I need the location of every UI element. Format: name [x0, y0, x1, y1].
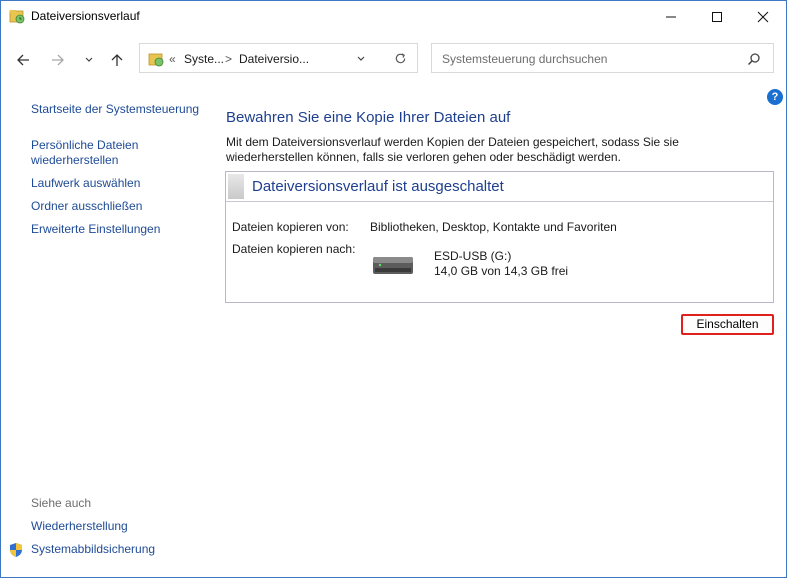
- arrow-right-icon: [52, 54, 64, 66]
- maximize-icon: [712, 12, 722, 22]
- copy-to-label: Dateien kopieren nach:: [232, 242, 356, 256]
- address-bar[interactable]: « Syste... > Dateiversio...: [139, 43, 418, 73]
- page-description: Mit dem Dateiversionsverlauf werden Kopi…: [226, 135, 679, 164]
- turn-on-button[interactable]: Einschalten: [681, 314, 774, 335]
- minimize-icon: [666, 16, 676, 18]
- arrow-left-icon: [17, 54, 29, 66]
- status-title: Dateiversionsverlauf ist ausgeschaltet: [252, 178, 504, 195]
- address-overflow[interactable]: «: [169, 52, 176, 66]
- arrow-up-icon: [111, 54, 123, 66]
- up-button[interactable]: [106, 49, 128, 71]
- sidebar-link-recovery[interactable]: Wiederherstellung: [31, 519, 128, 534]
- status-indicator: [228, 174, 244, 199]
- sidebar-link-home[interactable]: Startseite der Systemsteuerung: [31, 102, 199, 117]
- sidebar-link-system-image[interactable]: Systemabbildsicherung: [31, 542, 155, 557]
- minimize-button[interactable]: [648, 1, 694, 33]
- sidebar-link-restore-line2[interactable]: wiederherstellen: [31, 153, 118, 168]
- search-box[interactable]: Systemsteuerung durchsuchen: [431, 43, 774, 73]
- file-history-icon: [9, 10, 25, 24]
- recent-locations-button[interactable]: [78, 49, 100, 71]
- drive-free-space: 14,0 GB von 14,3 GB frei: [434, 264, 569, 278]
- page-title: Bewahren Sie eine Kopie Ihrer Dateien au…: [226, 109, 511, 126]
- breadcrumb-dateiversionsverlauf[interactable]: Dateiversio...: [239, 52, 309, 66]
- file-history-icon: [148, 53, 164, 67]
- status-panel: Dateiversionsverlauf ist ausgeschaltet D…: [225, 171, 774, 303]
- window: Dateiversionsverlauf « Syste... > Dateiv…: [0, 0, 787, 578]
- sidebar-link-exclude-folders[interactable]: Ordner ausschließen: [31, 199, 142, 214]
- maximize-button[interactable]: [694, 1, 740, 33]
- back-button[interactable]: [12, 49, 34, 71]
- see-also-heading: Siehe auch: [31, 496, 92, 510]
- chevron-down-icon: [85, 57, 93, 62]
- close-icon: [757, 11, 769, 23]
- drive-name: ESD-USB (G:): [434, 249, 512, 263]
- navigation-bar: « Syste... > Dateiversio... Systemsteuer…: [1, 41, 786, 79]
- sidebar-link-select-drive[interactable]: Laufwerk auswählen: [31, 176, 140, 191]
- refresh-icon[interactable]: [394, 52, 407, 65]
- breadcrumb-separator: >: [225, 52, 233, 66]
- copy-from-value: Bibliotheken, Desktop, Kontakte und Favo…: [370, 220, 617, 234]
- breadcrumb-systemsteuerung[interactable]: Syste...: [184, 52, 224, 66]
- help-button[interactable]: ?: [767, 89, 783, 105]
- chevron-down-icon[interactable]: [356, 54, 366, 64]
- copy-from-label: Dateien kopieren von:: [232, 220, 349, 234]
- sidebar-link-advanced-settings[interactable]: Erweiterte Einstellungen: [31, 222, 160, 237]
- uac-shield-icon: [10, 543, 22, 557]
- usb-drive-icon: [373, 257, 413, 274]
- search-icon[interactable]: [747, 52, 761, 66]
- close-button[interactable]: [740, 1, 786, 33]
- window-title: Dateiversionsverlauf: [31, 9, 140, 23]
- status-header: Dateiversionsverlauf ist ausgeschaltet: [226, 172, 773, 202]
- sidebar-link-restore-line1[interactable]: Persönliche Dateien: [31, 138, 138, 153]
- title-bar: Dateiversionsverlauf: [1, 1, 786, 33]
- forward-button[interactable]: [47, 49, 69, 71]
- search-input[interactable]: Systemsteuerung durchsuchen: [442, 52, 607, 66]
- turn-on-label: Einschalten: [696, 317, 759, 331]
